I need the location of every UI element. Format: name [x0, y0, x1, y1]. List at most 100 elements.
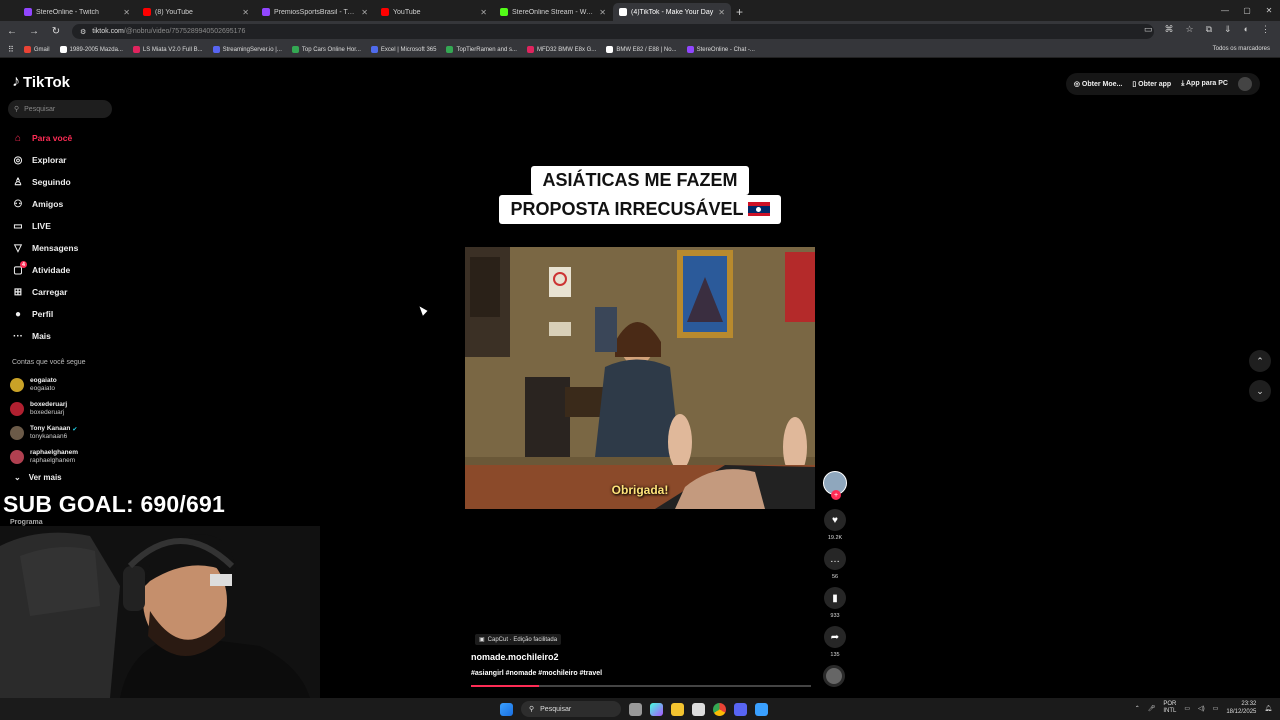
browser-tab[interactable]: PremiosSportsBrasil - Twitch ✕ [256, 3, 374, 21]
following-account[interactable]: Tony Kanaan tonykanaan6 ✔ [10, 421, 78, 445]
nav-label: Carregar [32, 287, 68, 297]
star-icon[interactable]: ☆ [1186, 24, 1194, 35]
nav-item[interactable]: ● Perfil [12, 303, 122, 325]
tab-favicon-icon [24, 8, 32, 16]
bookmark-item[interactable]: Gmail [23, 46, 50, 53]
close-icon[interactable]: ✕ [1258, 0, 1280, 21]
store-icon[interactable] [692, 702, 705, 716]
video-progress-bar[interactable] [471, 685, 811, 687]
minimize-icon[interactable]: — [1214, 0, 1236, 21]
video-username[interactable]: nomade.mochileiro2 [471, 652, 559, 662]
see-more-button[interactable]: ⌄ Ver mais [14, 473, 62, 482]
following-account[interactable]: raphaelghanem raphaelghanem [10, 445, 78, 469]
tab-close-icon[interactable]: ✕ [718, 8, 725, 17]
clock[interactable]: 23:32 18/12/2025 [1226, 700, 1256, 716]
cast-icon[interactable]: ▭ [1144, 24, 1153, 35]
bookmark-item[interactable]: Top Cars Online Hor... [291, 46, 361, 53]
profile-icon[interactable]: ◐ [1244, 24, 1249, 35]
notepad-icon[interactable] [755, 702, 768, 716]
tab-close-icon[interactable]: ✕ [599, 8, 606, 17]
translate-icon[interactable]: ⌘ [1165, 24, 1174, 35]
all-bookmarks-button[interactable]: Todos os marcadores [1213, 46, 1270, 52]
tab-close-icon[interactable]: ✕ [242, 8, 249, 17]
maximize-icon[interactable]: ▢ [1236, 0, 1258, 21]
browser-tab[interactable]: (8) YouTube ✕ [137, 3, 255, 21]
nav-item[interactable]: ⚇ Amigos [12, 193, 122, 215]
bookmark-item[interactable]: 1989-2005 Mazda... [59, 46, 123, 53]
video-player[interactable]: Obrigada! [465, 247, 815, 509]
screen: StereOnline - Twitch ✕ (8) YouTube ✕ Premios… [0, 0, 1280, 720]
bookmark-item[interactable]: BMW E82 / E88 | No... [606, 46, 677, 53]
notifications-icon[interactable]: 🔔︎ [1264, 705, 1272, 712]
bookmark-item[interactable]: MFD32 BMW E8x G... [526, 46, 596, 53]
chevron-down-icon[interactable]: ⌄ [1249, 380, 1271, 402]
battery-icon[interactable]: ▭ [1213, 705, 1219, 712]
bookmark-item[interactable]: StreamingServer.io |... [212, 46, 282, 53]
language-indicator[interactable]: POR INTL [1163, 701, 1176, 715]
following-account[interactable]: boxederuarj boxederuarj [10, 397, 78, 421]
bookmark-item[interactable]: Excel | Microsoft 365 [370, 46, 436, 53]
get-coins-button[interactable]: ◎ Obter Moe... [1074, 80, 1123, 88]
new-tab-button[interactable]: + [736, 3, 743, 21]
site-info-icon[interactable]: ⚙ [80, 28, 86, 36]
top-actions: ◎ Obter Moe... ▯ Obter app ⤓ App para PC [1065, 73, 1260, 95]
tab-close-icon[interactable]: ✕ [361, 8, 368, 17]
tab-close-icon[interactable]: ✕ [123, 8, 130, 17]
bookmark-item[interactable]: TopTierRamen and s... [446, 46, 517, 53]
file-explorer-icon[interactable] [671, 702, 684, 716]
browser-tab[interactable]: (4)TikTok - Make Your Day ✕ [613, 3, 731, 21]
share-button[interactable]: ➦ 135 [822, 626, 848, 658]
apps-icon[interactable]: ⠿ [8, 45, 14, 54]
microphone-icon[interactable]: 🎤︎ [1148, 705, 1156, 712]
download-icon[interactable]: ⇓ [1224, 24, 1232, 35]
nav-item[interactable]: ⌂ Para você [12, 127, 122, 149]
taskbar-search[interactable]: ⚲ Pesquisar [521, 701, 621, 717]
search-input[interactable]: ⚲ Pesquisar [8, 100, 112, 118]
forward-icon[interactable]: → [28, 26, 40, 37]
mouse-cursor-icon [419, 304, 429, 316]
follow-plus-icon[interactable]: + [831, 490, 841, 500]
tray-chevron-up-icon[interactable]: ⌃ [1135, 705, 1140, 712]
browser-tab[interactable]: StereOnline Stream - Watch Liv✕ [494, 3, 612, 21]
nav-item[interactable]: ··· Mais [12, 325, 122, 347]
like-button[interactable]: ♥ 19.2K [822, 509, 848, 541]
creator-avatar[interactable]: + [823, 471, 847, 500]
chrome-icon[interactable] [713, 702, 726, 716]
discord-icon[interactable] [734, 702, 747, 716]
copilot-icon[interactable] [650, 702, 663, 716]
tab-close-icon[interactable]: ✕ [480, 8, 487, 17]
tiktok-logo[interactable]: ♪ TikTok [12, 73, 70, 91]
address-bar[interactable]: ⚙ tiktok.com/@nobru/video/75752899405026… [72, 24, 1154, 39]
windows-start-icon[interactable] [500, 702, 513, 716]
nav-label: Mais [32, 331, 51, 341]
upload-icon: ⊞ [13, 286, 23, 298]
nav-item[interactable]: ▭ LIVE [12, 215, 122, 237]
extensions-icon[interactable]: ⧉ [1206, 24, 1212, 35]
task-view-icon[interactable] [629, 702, 642, 716]
nav-item[interactable]: ◎ Explorar [12, 149, 122, 171]
volume-icon[interactable]: ◁) [1198, 705, 1205, 712]
save-button[interactable]: ▮ 933 [822, 587, 848, 619]
reload-icon[interactable]: ↻ [50, 26, 62, 37]
browser-tab[interactable]: StereOnline - Twitch ✕ [18, 3, 136, 21]
back-icon[interactable]: ← [6, 26, 18, 37]
chevron-up-icon[interactable]: ⌃ [1249, 350, 1271, 372]
music-disc-icon[interactable] [823, 665, 845, 687]
get-app-button[interactable]: ▯ Obter app [1132, 80, 1171, 88]
following-account[interactable]: eogaiato eogaiato [10, 373, 78, 397]
nav-item[interactable]: ▽ Mensagens [12, 237, 122, 259]
comment-button[interactable]: … 56 [822, 548, 848, 580]
nav-item[interactable]: ▢ Atividade 4 [12, 259, 122, 281]
share-icon: ➦ [824, 626, 846, 648]
bookmark-item[interactable]: LS Miata V2.0 Full B... [132, 46, 203, 53]
nav-item[interactable]: ⊞ Carregar [12, 281, 122, 303]
user-avatar[interactable] [1238, 77, 1252, 91]
bookmark-item[interactable]: StereOnline - Chat -... [686, 46, 755, 53]
browser-tab[interactable]: YouTube ✕ [375, 3, 493, 21]
nav-item[interactable]: ♙ Seguindo [12, 171, 122, 193]
video-hashtags[interactable]: #asiangirl #nomade #mochileiro #travel [471, 670, 602, 677]
capcut-effect-label[interactable]: ▣ CapCut · Edição facilitada [475, 634, 562, 645]
pc-app-button[interactable]: ⤓ App para PC [1181, 80, 1228, 88]
menu-icon[interactable]: ⋮ [1261, 24, 1270, 35]
network-icon[interactable]: ▭ [1184, 705, 1190, 712]
